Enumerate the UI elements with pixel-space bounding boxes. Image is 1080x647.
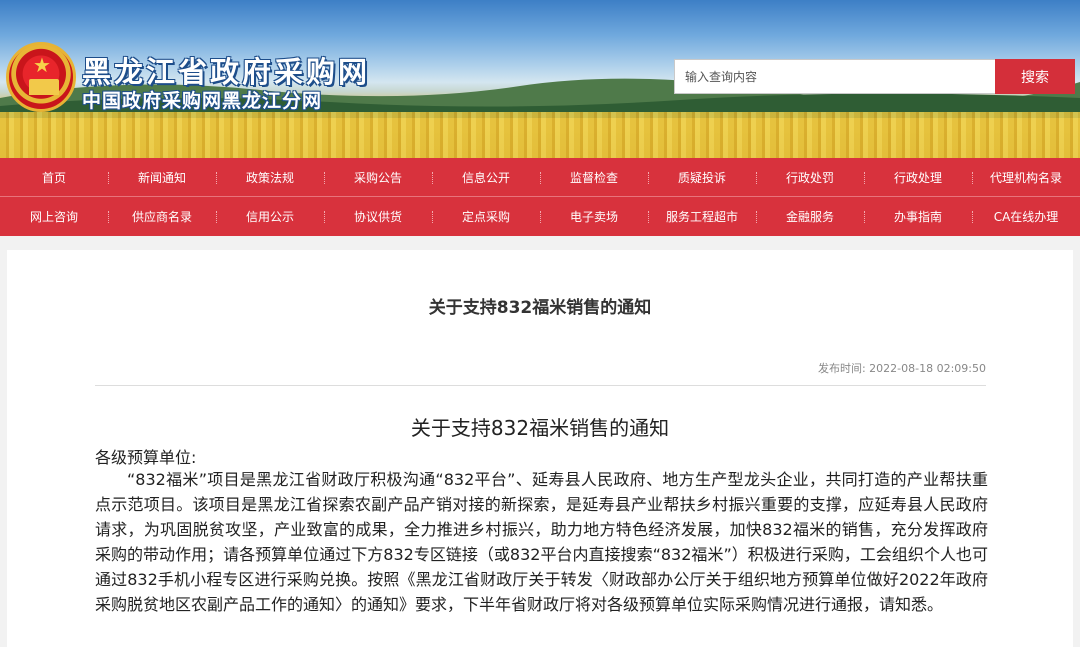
nav-item-consult[interactable]: 网上咨询 <box>0 197 108 236</box>
nav-item-procurement-notice[interactable]: 采购公告 <box>324 158 432 196</box>
nav-item-news[interactable]: 新闻通知 <box>108 158 216 196</box>
nav-item-handling[interactable]: 行政处理 <box>864 158 972 196</box>
nav-item-supervision[interactable]: 监督检查 <box>540 158 648 196</box>
publish-time: 发布时间: 2022-08-18 02:09:50 <box>818 360 986 376</box>
search-input[interactable] <box>674 59 996 94</box>
site-title: 黑龙江省政府采购网 <box>82 55 371 89</box>
article-title: 关于支持832福米销售的通知 <box>428 298 652 318</box>
nav-item-policy[interactable]: 政策法规 <box>216 158 324 196</box>
national-emblem-icon: ★ <box>6 42 76 112</box>
body-title: 关于支持832福米销售的通知 <box>410 416 670 440</box>
nav-item-e-mall[interactable]: 电子卖场 <box>540 197 648 236</box>
publish-value: 2022-08-18 02:09:50 <box>869 362 986 375</box>
search-button[interactable]: 搜索 <box>995 59 1075 94</box>
nav-row-1: 首页 新闻通知 政策法规 采购公告 信息公开 监督检查 质疑投诉 行政处罚 行政… <box>0 158 1080 197</box>
nav-item-ca-online[interactable]: CA在线办理 <box>972 197 1080 236</box>
nav-item-credit[interactable]: 信用公示 <box>216 197 324 236</box>
publish-label: 发布时间: <box>817 362 866 375</box>
nav-item-home[interactable]: 首页 <box>0 158 108 196</box>
nav-item-suppliers[interactable]: 供应商名录 <box>108 197 216 236</box>
article-panel: 关于支持832福米销售的通知 发布时间: 2022-08-18 02:09:50… <box>7 250 1073 647</box>
wheat-field <box>0 112 1080 158</box>
nav-item-designated[interactable]: 定点采购 <box>432 197 540 236</box>
salutation: 各级预算单位: <box>95 448 197 467</box>
main-nav: 首页 新闻通知 政策法规 采购公告 信息公开 监督检查 质疑投诉 行政处罚 行政… <box>0 158 1080 236</box>
nav-row-2: 网上咨询 供应商名录 信用公示 协议供货 定点采购 电子卖场 服务工程超市 金融… <box>0 197 1080 236</box>
site-subtitle: 中国政府采购网黑龙江分网 <box>82 90 323 112</box>
nav-item-finance[interactable]: 金融服务 <box>756 197 864 236</box>
header-banner: ★ 黑龙江省政府采购网 中国政府采购网黑龙江分网 搜索 <box>0 0 1080 158</box>
nav-item-guide[interactable]: 办事指南 <box>864 197 972 236</box>
nav-item-penalties[interactable]: 行政处罚 <box>756 158 864 196</box>
nav-item-info-disclosure[interactable]: 信息公开 <box>432 158 540 196</box>
nav-item-service-market[interactable]: 服务工程超市 <box>648 197 756 236</box>
nav-item-complaints[interactable]: 质疑投诉 <box>648 158 756 196</box>
nav-item-agencies[interactable]: 代理机构名录 <box>972 158 1080 196</box>
article-paragraph: “832福米”项目是黑龙江省财政厅积极沟通“832平台”、延寿县人民政府、地方生… <box>95 470 988 614</box>
divider <box>95 385 986 386</box>
nav-item-agreement-supply[interactable]: 协议供货 <box>324 197 432 236</box>
